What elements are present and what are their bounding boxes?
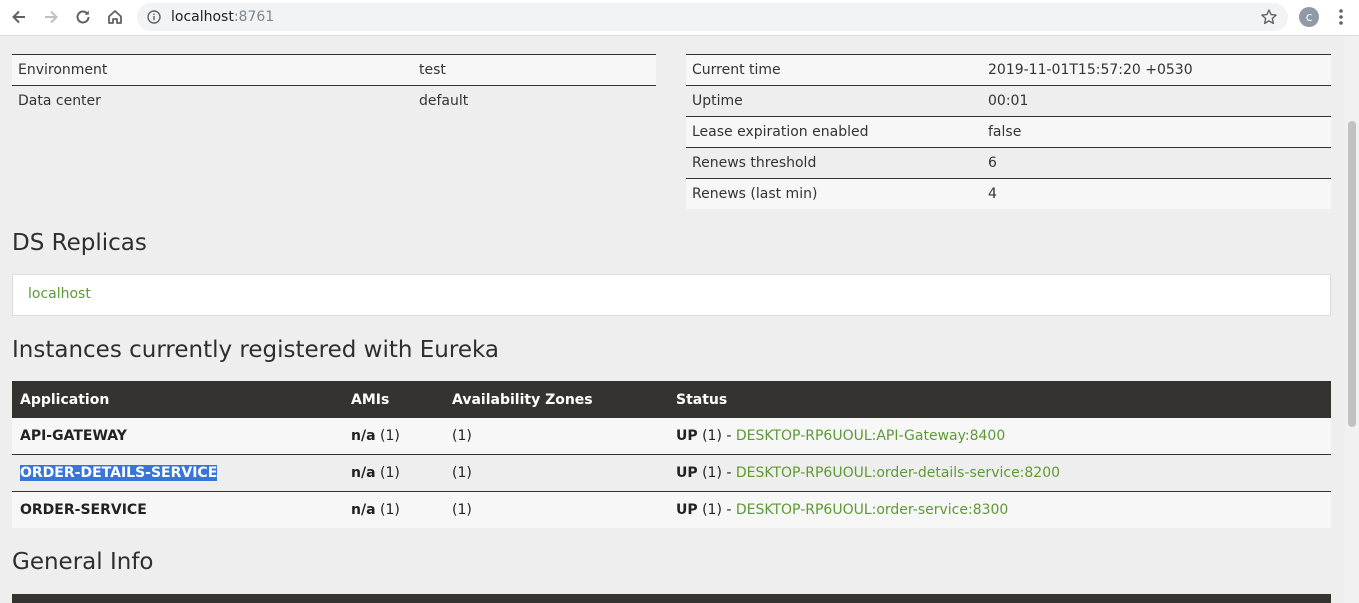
env-value: test bbox=[419, 62, 446, 78]
instance-link[interactable]: DESKTOP-RP6UOUL:API-Gateway:8400 bbox=[736, 428, 1005, 444]
table-row: Uptime 00:01 bbox=[686, 85, 1331, 117]
application-name: API-GATEWAY bbox=[20, 428, 127, 444]
amis-count: (1) bbox=[375, 428, 400, 444]
table-row: Lease expiration enabled false bbox=[686, 116, 1331, 148]
info-icon[interactable] bbox=[147, 10, 161, 24]
table-row: ORDER-SERVICE n/a (1) (1) UP (1) - DESKT… bbox=[12, 491, 1331, 529]
env-value: default bbox=[419, 93, 469, 109]
status-value: 2019-11-01T15:57:20 +0530 bbox=[988, 62, 1193, 78]
replicas-heading: DS Replicas bbox=[12, 230, 147, 256]
table-row: Current time 2019-11-01T15:57:20 +0530 bbox=[686, 54, 1331, 86]
env-key: Environment bbox=[18, 62, 108, 78]
general-info-table-header bbox=[12, 594, 1331, 603]
status-value: false bbox=[988, 124, 1022, 140]
general-info-heading: General Info bbox=[12, 549, 154, 575]
url-host: localhost bbox=[171, 9, 234, 25]
zones-cell: (1) bbox=[452, 465, 472, 481]
browser-toolbar: localhost:8761 c bbox=[0, 0, 1359, 36]
column-header-zones: Availability Zones bbox=[444, 381, 668, 418]
instances-heading: Instances currently registered with Eure… bbox=[12, 337, 499, 363]
env-key: Data center bbox=[18, 93, 101, 109]
status-cell: UP (1) - DESKTOP-RP6UOUL:order-details-s… bbox=[668, 455, 1331, 492]
back-arrow-icon bbox=[12, 10, 25, 24]
status-count: (1) - bbox=[697, 428, 736, 444]
home-icon bbox=[108, 10, 122, 24]
scrollbar-thumb[interactable] bbox=[1348, 121, 1356, 427]
status-value: 6 bbox=[988, 155, 997, 171]
forward-button[interactable] bbox=[38, 5, 64, 29]
column-header-status: Status bbox=[668, 381, 1331, 418]
status-label: UP bbox=[676, 502, 698, 518]
zones-cell: (1) bbox=[452, 502, 472, 518]
table-row: Renews (last min) 4 bbox=[686, 178, 1331, 209]
amis-cell: n/a (1) bbox=[343, 418, 444, 455]
url-port: :8761 bbox=[233, 9, 275, 25]
application-name-cell: ORDER-DETAILS-SERVICE bbox=[12, 455, 343, 492]
reload-icon bbox=[76, 10, 90, 24]
forward-arrow-icon bbox=[45, 10, 58, 24]
amis-cell: n/a (1) bbox=[343, 455, 444, 492]
status-cell: UP (1) - DESKTOP-RP6UOUL:order-service:8… bbox=[668, 492, 1331, 529]
status-count: (1) - bbox=[697, 502, 736, 518]
instances-table: Application AMIs Availability Zones Stat… bbox=[12, 381, 1331, 528]
status-count: (1) - bbox=[697, 465, 736, 481]
instance-link[interactable]: DESKTOP-RP6UOUL:order-details-service:82… bbox=[736, 465, 1060, 481]
application-name-selected[interactable]: ORDER-DETAILS-SERVICE bbox=[20, 465, 218, 481]
status-key: Current time bbox=[692, 62, 781, 78]
table-row: API-GATEWAY n/a (1) (1) UP (1) - DESKTOP… bbox=[12, 418, 1331, 455]
amis-count: (1) bbox=[375, 465, 400, 481]
profile-avatar[interactable]: c bbox=[1299, 7, 1319, 27]
amis-cell: n/a (1) bbox=[343, 492, 444, 529]
status-key: Uptime bbox=[692, 93, 743, 109]
table-row: Environment test bbox=[12, 54, 656, 86]
status-cell: UP (1) - DESKTOP-RP6UOUL:API-Gateway:840… bbox=[668, 418, 1331, 455]
amis-label: n/a bbox=[351, 428, 376, 444]
status-value: 4 bbox=[988, 186, 997, 202]
table-header-row: Application AMIs Availability Zones Stat… bbox=[12, 381, 1331, 418]
address-bar[interactable]: localhost:8761 bbox=[137, 3, 1288, 31]
back-button[interactable] bbox=[6, 5, 32, 29]
zones-cell: (1) bbox=[452, 428, 472, 444]
home-button[interactable] bbox=[102, 5, 128, 29]
environment-table: Environment test Data center default bbox=[12, 54, 656, 116]
amis-count: (1) bbox=[375, 502, 400, 518]
table-row: Data center default bbox=[12, 85, 656, 116]
reload-button[interactable] bbox=[70, 5, 96, 29]
status-label: UP bbox=[676, 465, 698, 481]
table-row: Renews threshold 6 bbox=[686, 147, 1331, 179]
status-table: Current time 2019-11-01T15:57:20 +0530 U… bbox=[686, 54, 1331, 209]
table-row: ORDER-DETAILS-SERVICE n/a (1) (1) UP (1)… bbox=[12, 454, 1331, 492]
status-key: Lease expiration enabled bbox=[692, 124, 869, 140]
application-name: ORDER-SERVICE bbox=[20, 502, 147, 518]
status-key: Renews threshold bbox=[692, 155, 817, 171]
url-text[interactable]: localhost:8761 bbox=[171, 9, 274, 25]
column-header-amis: AMIs bbox=[343, 381, 444, 418]
instance-link[interactable]: DESKTOP-RP6UOUL:order-service:8300 bbox=[736, 502, 1008, 518]
menu-kebab-icon[interactable] bbox=[1334, 8, 1348, 26]
replicas-panel: localhost bbox=[12, 274, 1331, 316]
amis-label: n/a bbox=[351, 465, 376, 481]
column-header-application: Application bbox=[12, 381, 343, 418]
replica-link[interactable]: localhost bbox=[28, 286, 91, 302]
status-label: UP bbox=[676, 428, 698, 444]
page-scrollbar[interactable] bbox=[1345, 36, 1359, 603]
status-key: Renews (last min) bbox=[692, 186, 818, 202]
bookmark-star-icon[interactable] bbox=[1260, 8, 1278, 26]
amis-label: n/a bbox=[351, 502, 376, 518]
status-value: 00:01 bbox=[988, 93, 1029, 109]
